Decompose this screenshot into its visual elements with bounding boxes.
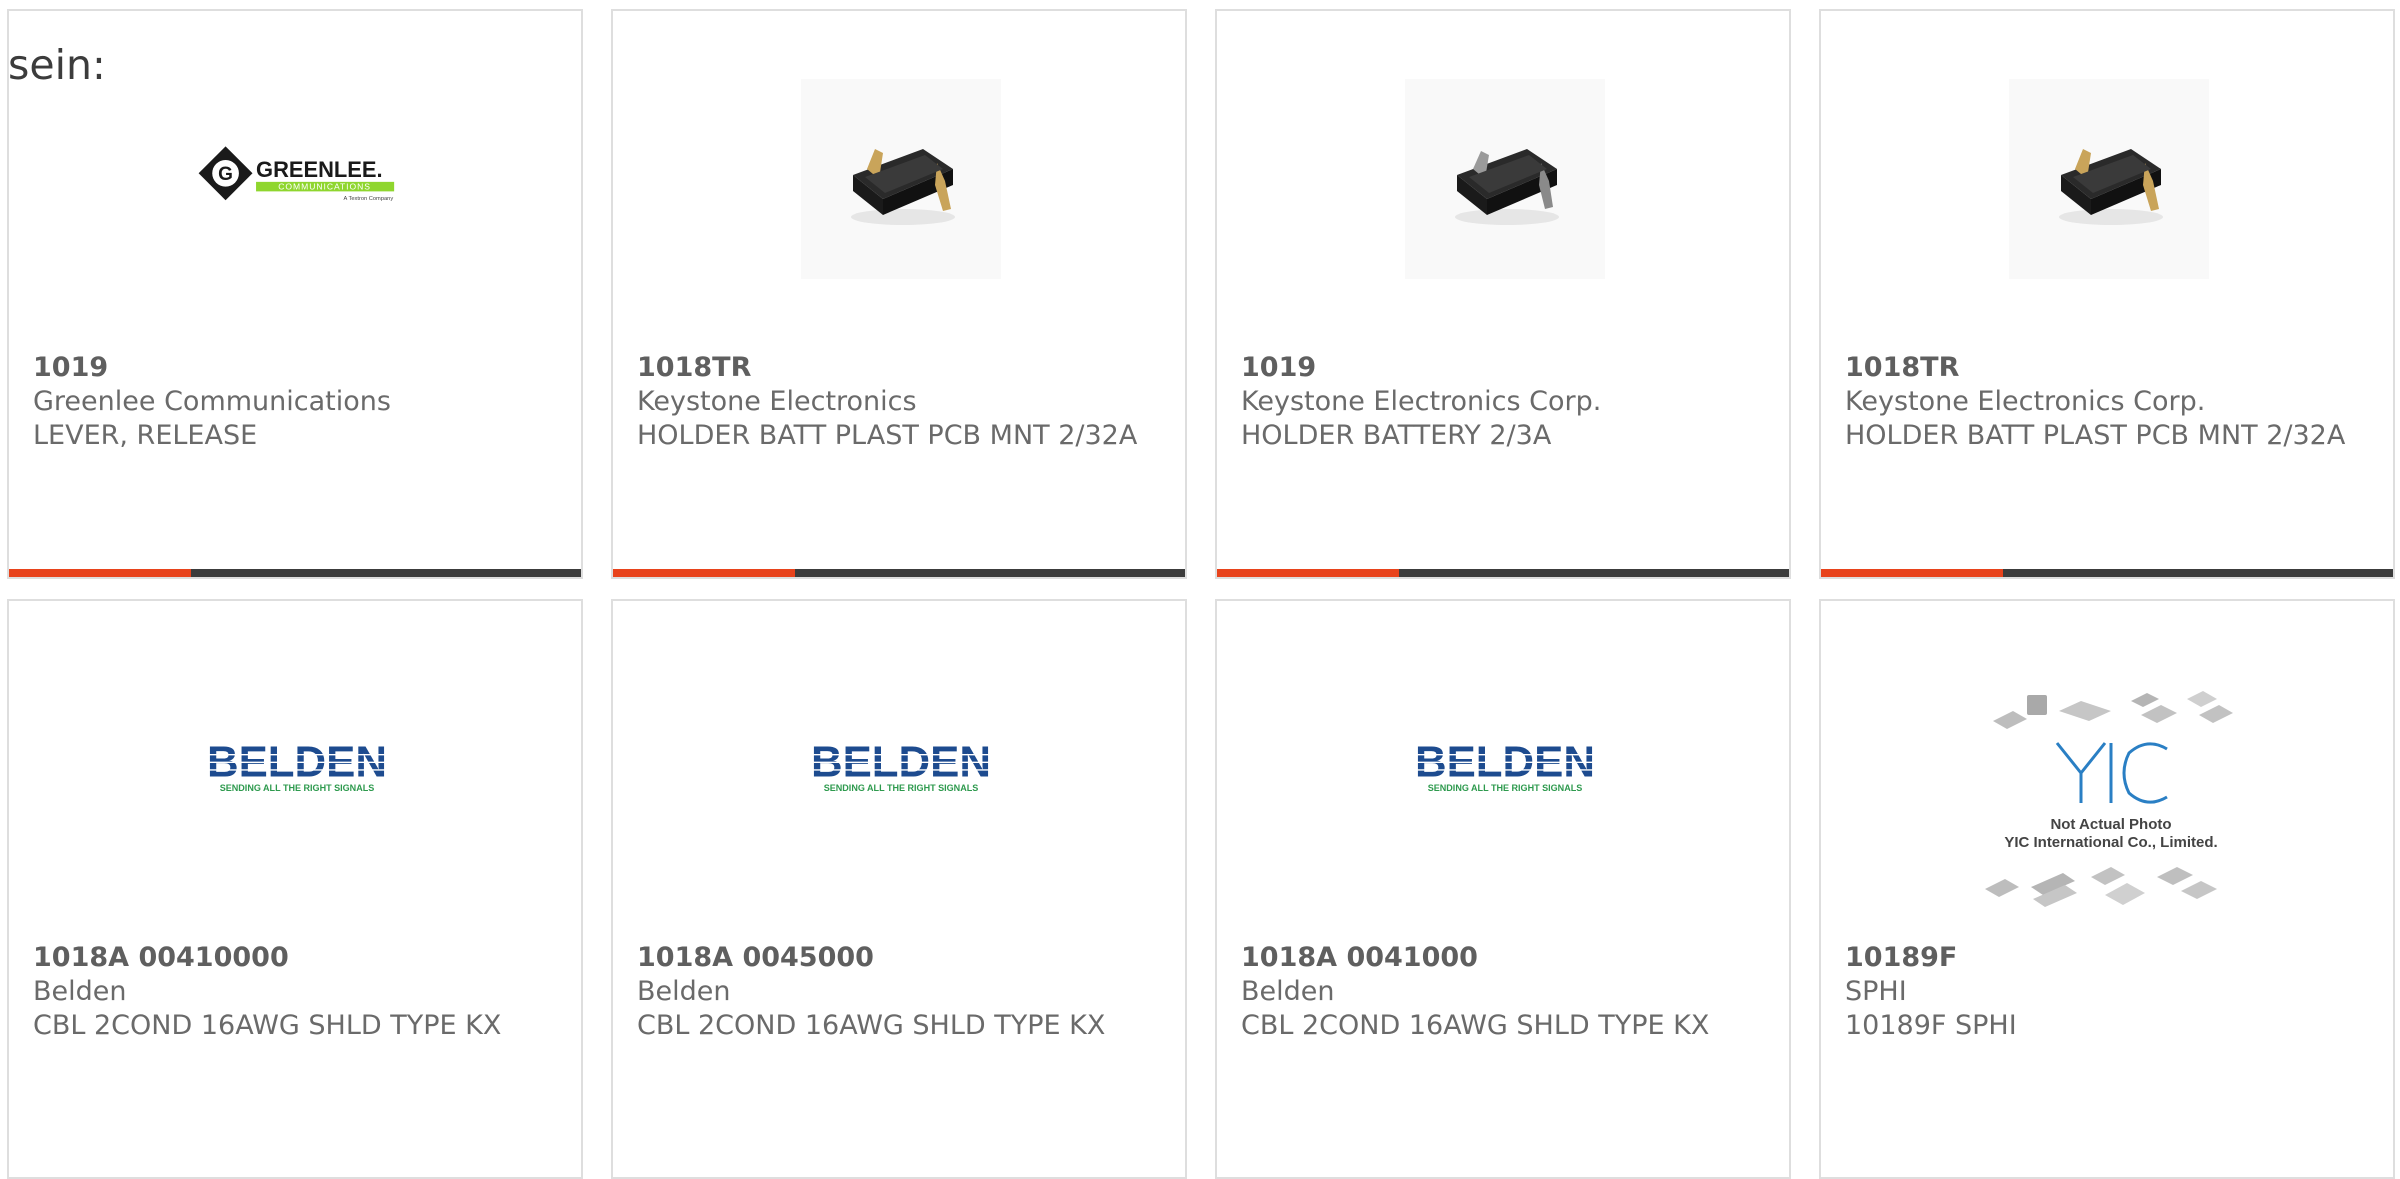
- part-number[interactable]: 1018A 0045000: [637, 941, 1157, 975]
- product-description: HOLDER BATTERY 2/3A: [1241, 420, 1552, 451]
- yic-placeholder-image: Not Actual Photo YIC International Co., …: [1971, 681, 2251, 921]
- part-number[interactable]: 1019: [1241, 351, 1761, 385]
- manufacturer-name: Belden: [637, 976, 731, 1007]
- product-description: HOLDER BATT PLAST PCB MNT 2/32A: [1845, 420, 2346, 451]
- part-number[interactable]: 1018TR: [1845, 351, 2365, 385]
- svg-text:Not Actual Photo: Not Actual Photo: [2050, 816, 2171, 833]
- belden-logo: BELDEN SENDING ALL THE RIGHT SIGNALS: [801, 669, 1001, 869]
- svg-text:G: G: [218, 164, 233, 185]
- product-card[interactable]: 1018TR Keystone Electronics HOLDER BATT …: [611, 9, 1187, 579]
- product-card[interactable]: 1018TR Keystone Electronics Corp. HOLDER…: [1819, 9, 2395, 579]
- svg-text:A Textron Company: A Textron Company: [344, 196, 394, 202]
- manufacturer-name: SPHI: [1845, 976, 1907, 1007]
- card-accent-bar: [1217, 569, 1789, 577]
- battery-holder-photo: [2009, 79, 2209, 279]
- battery-holder-photo: [801, 79, 1001, 279]
- manufacturer-name: Belden: [1241, 976, 1335, 1007]
- svg-text:GREENLEE.: GREENLEE.: [256, 157, 383, 182]
- svg-text:SENDING ALL THE RIGHT SIGNALS: SENDING ALL THE RIGHT SIGNALS: [824, 783, 979, 793]
- product-card[interactable]: Not Actual Photo YIC International Co., …: [1819, 599, 2395, 1179]
- belden-logo: BELDEN SENDING ALL THE RIGHT SIGNALS: [1405, 669, 1605, 869]
- part-number[interactable]: 1019: [33, 351, 553, 385]
- battery-holder-photo: [1405, 79, 1605, 279]
- manufacturer-name: Greenlee Communications: [33, 386, 391, 417]
- greenlee-logo: G GREENLEE. COMMUNICATIONS A Textron Com…: [197, 79, 397, 279]
- product-card[interactable]: 1019 Keystone Electronics Corp. HOLDER B…: [1215, 9, 1791, 579]
- product-card[interactable]: G GREENLEE. COMMUNICATIONS A Textron Com…: [7, 9, 583, 579]
- part-number[interactable]: 10189F: [1845, 941, 2365, 975]
- part-number[interactable]: 1018A 0041000: [1241, 941, 1761, 975]
- card-accent-bar: [9, 569, 581, 577]
- part-number[interactable]: 1018A 00410000: [33, 941, 553, 975]
- intro-text: sein:: [8, 41, 106, 89]
- product-description: LEVER, RELEASE: [33, 420, 258, 451]
- product-card[interactable]: BELDEN SENDING ALL THE RIGHT SIGNALS 101…: [7, 599, 583, 1179]
- product-description: CBL 2COND 16AWG SHLD TYPE KX: [1241, 1010, 1710, 1041]
- svg-text:COMMUNICATIONS: COMMUNICATIONS: [278, 181, 371, 191]
- part-number[interactable]: 1018TR: [637, 351, 1157, 385]
- svg-text:YIC International Co., Limited: YIC International Co., Limited.: [2004, 834, 2217, 851]
- belden-logo: BELDEN SENDING ALL THE RIGHT SIGNALS: [197, 669, 397, 869]
- card-accent-bar: [613, 569, 1185, 577]
- card-accent-bar: [1821, 569, 2393, 577]
- manufacturer-name: Belden: [33, 976, 127, 1007]
- svg-text:SENDING ALL THE RIGHT SIGNALS: SENDING ALL THE RIGHT SIGNALS: [1428, 783, 1583, 793]
- manufacturer-name: Keystone Electronics Corp.: [1845, 386, 2206, 417]
- product-description: 10189F SPHI: [1845, 1010, 2017, 1041]
- manufacturer-name: Keystone Electronics: [637, 386, 917, 417]
- manufacturer-name: Keystone Electronics Corp.: [1241, 386, 1602, 417]
- svg-text:SENDING ALL THE RIGHT SIGNALS: SENDING ALL THE RIGHT SIGNALS: [220, 783, 375, 793]
- product-description: HOLDER BATT PLAST PCB MNT 2/32A: [637, 420, 1138, 451]
- product-card[interactable]: BELDEN SENDING ALL THE RIGHT SIGNALS 101…: [611, 599, 1187, 1179]
- product-card[interactable]: BELDEN SENDING ALL THE RIGHT SIGNALS 101…: [1215, 599, 1791, 1179]
- product-description: CBL 2COND 16AWG SHLD TYPE KX: [33, 1010, 502, 1041]
- product-description: CBL 2COND 16AWG SHLD TYPE KX: [637, 1010, 1106, 1041]
